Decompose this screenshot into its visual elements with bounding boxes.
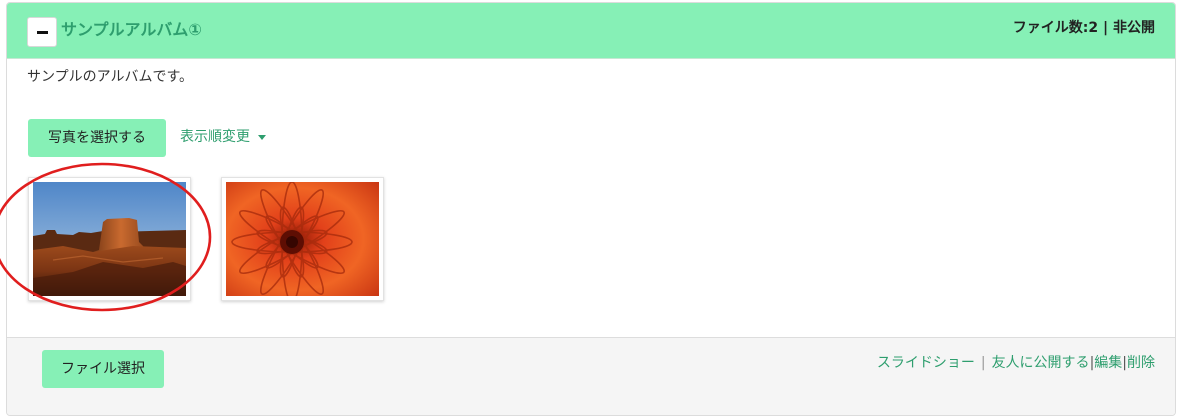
delete-link[interactable]: 削除 (1127, 355, 1155, 371)
caret-down-icon (258, 134, 266, 140)
select-photo-button[interactable]: 写真を選択する (28, 119, 166, 157)
album-meta: ファイル数:2 | 非公開 (1012, 20, 1155, 36)
album-footer: ファイル選択 スライドショー | 友人に公開する|編集|削除 (7, 337, 1175, 415)
photo-thumbnail-flower[interactable] (221, 177, 384, 301)
minus-icon (37, 31, 48, 34)
share-with-friends-link[interactable]: 友人に公開する (992, 355, 1090, 371)
sort-order-dropdown[interactable]: 表示順変更 (180, 126, 266, 148)
album-description: サンプルのアルバムです。 (27, 69, 194, 85)
edit-link[interactable]: 編集 (1094, 355, 1122, 371)
album-title: サンプルアルバム① (61, 20, 202, 39)
flower-photo (226, 182, 379, 296)
photo-thumbnail-desert[interactable] (28, 177, 191, 301)
separator: | (980, 355, 986, 371)
sort-order-label: 表示順変更 (180, 129, 250, 145)
desert-photo (33, 182, 186, 296)
album-header: サンプルアルバム① ファイル数:2 | 非公開 (7, 3, 1175, 59)
slideshow-link[interactable]: スライドショー (877, 355, 975, 371)
album-actions: スライドショー | 友人に公開する|編集|削除 (877, 352, 1155, 374)
collapse-button[interactable] (27, 17, 57, 47)
album-panel: サンプルアルバム① ファイル数:2 | 非公開 サンプルのアルバムです。 写真を… (6, 2, 1176, 416)
file-select-button[interactable]: ファイル選択 (42, 350, 164, 388)
